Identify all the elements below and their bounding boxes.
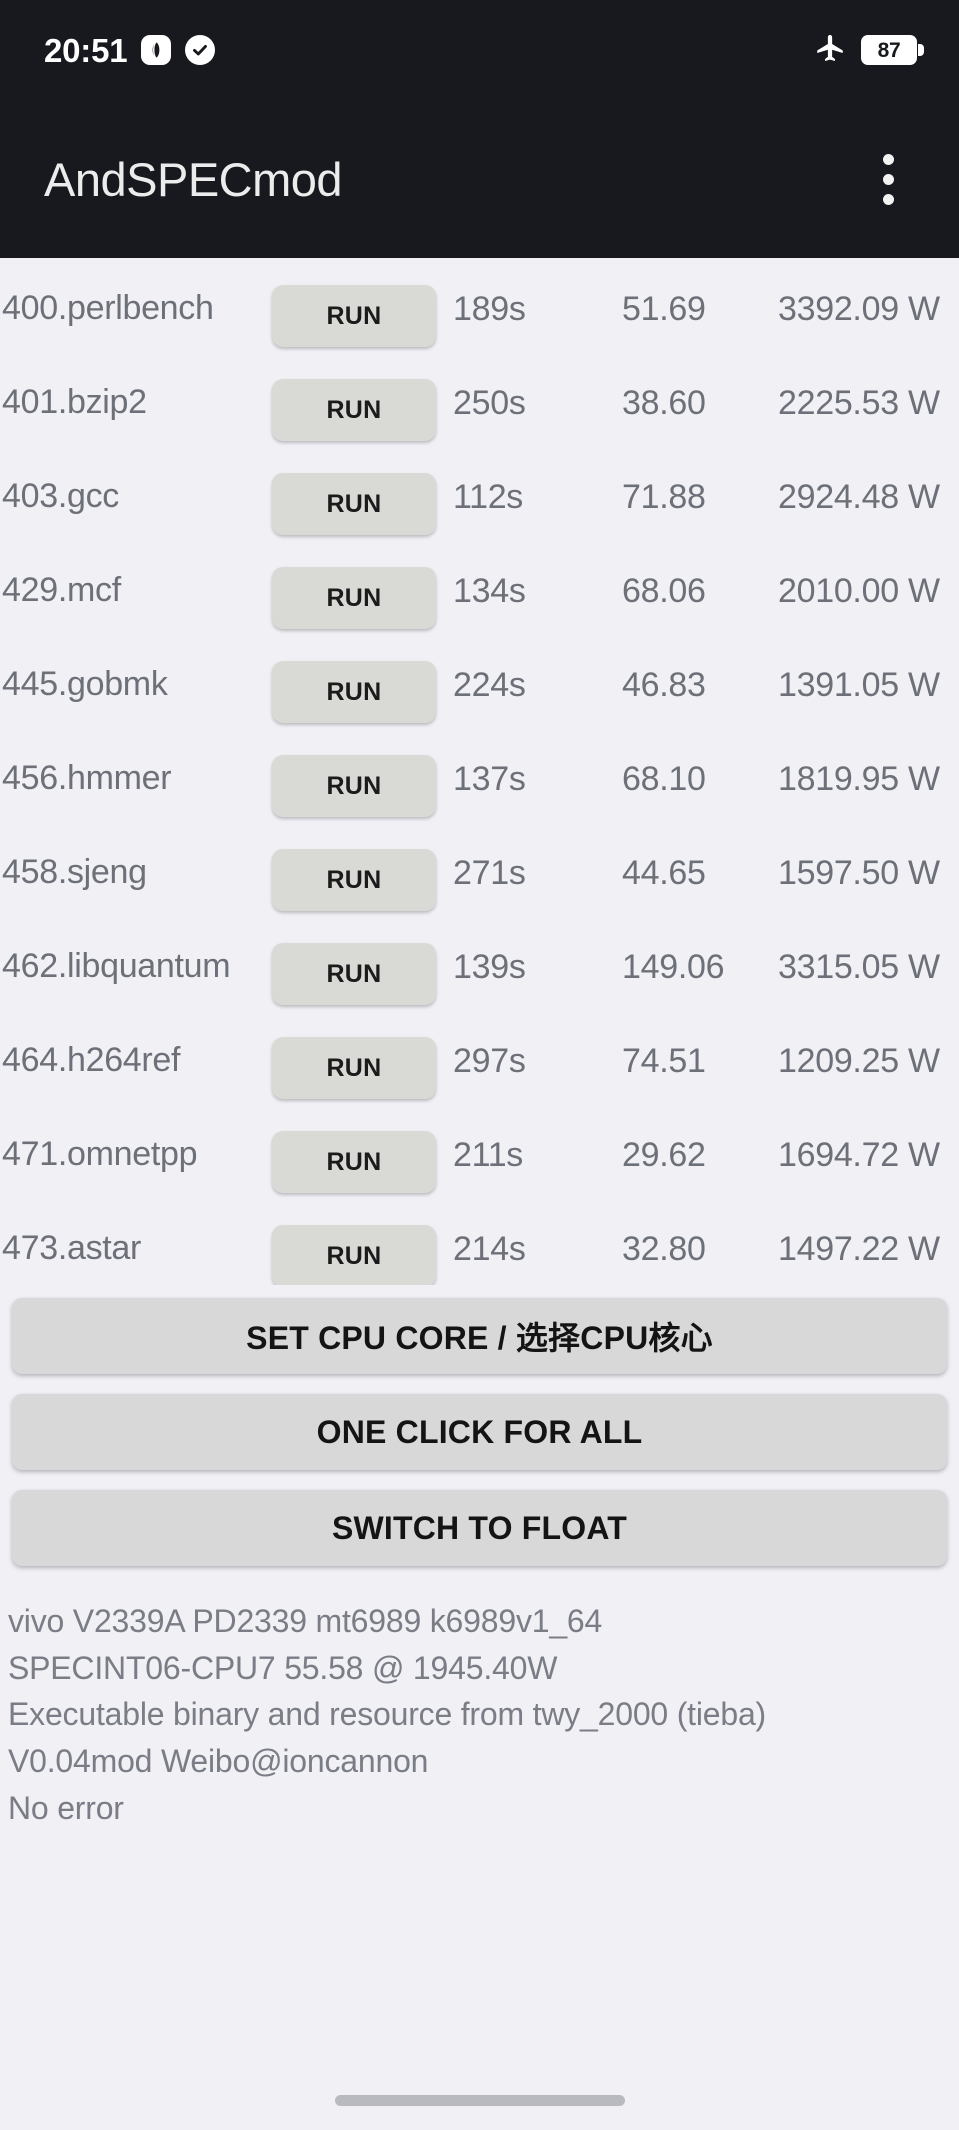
benchmark-score: 32.80 — [622, 1230, 706, 1268]
table-row: 445.gobmk RUN 224s 46.83 1391.05 W — [0, 644, 959, 738]
benchmark-time: 134s — [453, 572, 526, 610]
benchmark-name: 445.gobmk — [2, 665, 168, 703]
benchmark-score: 68.06 — [622, 572, 706, 610]
table-row: 403.gcc RUN 112s 71.88 2924.48 W — [0, 456, 959, 550]
benchmark-power: 1391.05 W — [778, 666, 940, 704]
benchmark-time: 297s — [453, 1042, 526, 1080]
navigation-bar — [0, 2070, 959, 2130]
benchmark-name: 462.libquantum — [2, 947, 231, 985]
benchmark-score: 68.10 — [622, 760, 706, 798]
status-bar-right: 87 — [813, 31, 924, 70]
run-button[interactable]: RUN — [272, 1225, 436, 1285]
benchmark-power: 2010.00 W — [778, 572, 940, 610]
bottom-spacer — [0, 1832, 959, 2070]
table-row: 458.sjeng RUN 271s 44.65 1597.50 W — [0, 832, 959, 926]
result-info-line: SPECINT06-CPU7 55.58 @ 1945.40W — [8, 1649, 558, 1686]
benchmark-score: 44.65 — [622, 854, 706, 892]
benchmark-power: 1694.72 W — [778, 1136, 940, 1174]
credits-info-line: Executable binary and resource from twy_… — [8, 1696, 767, 1733]
device-info-line: vivo V2339A PD2339 mt6989 k6989v1_64 — [8, 1603, 603, 1639]
benchmark-list[interactable]: 400.perlbench RUN 189s 51.69 3392.09 W 4… — [0, 258, 959, 1285]
table-row: 400.perlbench RUN 189s 51.69 3392.09 W — [0, 268, 959, 362]
benchmark-score: 38.60 — [622, 384, 706, 422]
benchmark-power: 1819.95 W — [778, 760, 940, 798]
set-cpu-core-button[interactable]: SET CPU CORE / 选择CPU核心 — [12, 1298, 947, 1374]
kebab-menu-icon[interactable] — [857, 143, 919, 215]
status-bar-left: 20:51 — [44, 31, 216, 69]
benchmark-time: 250s — [453, 384, 526, 422]
action-button-group: SET CPU CORE / 选择CPU核心 ONE CLICK FOR ALL… — [0, 1285, 959, 1586]
home-indicator[interactable] — [334, 2094, 625, 2106]
benchmark-name: 473.astar — [2, 1229, 142, 1267]
airplane-mode-icon — [813, 31, 847, 70]
benchmark-power: 1209.25 W — [778, 1042, 940, 1080]
benchmark-name: 429.mcf — [2, 571, 121, 609]
benchmark-time: 211s — [453, 1136, 524, 1174]
table-row: 429.mcf RUN 134s 68.06 2010.00 W — [0, 550, 959, 644]
one-click-for-all-button[interactable]: ONE CLICK FOR ALL — [12, 1394, 947, 1470]
run-button[interactable]: RUN — [272, 473, 436, 535]
run-button[interactable]: RUN — [272, 1037, 436, 1099]
benchmark-time: 271s — [453, 854, 526, 892]
switch-to-float-button[interactable]: SWITCH TO FLOAT — [12, 1490, 947, 1566]
benchmark-power: 3392.09 W — [778, 290, 940, 328]
benchmark-score: 149.06 — [622, 948, 725, 986]
benchmark-score: 29.62 — [622, 1136, 706, 1174]
app-title: AndSPECmod — [44, 152, 343, 206]
run-button[interactable]: RUN — [272, 849, 436, 911]
table-row: 462.libquantum RUN 139s 149.06 3315.05 W — [0, 926, 959, 1020]
run-button[interactable]: RUN — [272, 755, 436, 817]
version-info-line: V0.04mod Weibo@ioncannon — [8, 1743, 429, 1780]
status-bar: 20:51 87 — [0, 0, 959, 100]
benchmark-name: 401.bzip2 — [2, 383, 147, 421]
benchmark-score: 74.51 — [622, 1042, 706, 1080]
benchmark-score: 51.69 — [622, 290, 706, 328]
benchmark-power: 2225.53 W — [778, 384, 940, 422]
benchmark-power: 3315.05 W — [778, 948, 940, 986]
benchmark-time: 112s — [453, 478, 524, 516]
benchmark-time: 224s — [453, 666, 526, 704]
benchmark-time: 214s — [453, 1230, 526, 1268]
benchmark-score: 71.88 — [622, 478, 706, 516]
benchmark-name: 458.sjeng — [2, 853, 147, 891]
benchmark-time: 137s — [453, 760, 526, 798]
benchmark-name: 400.perlbench — [2, 289, 214, 327]
error-status-line: No error — [8, 1789, 124, 1826]
battery-icon: 87 — [861, 35, 924, 65]
table-row: 464.h264ref RUN 297s 74.51 1209.25 W — [0, 1020, 959, 1114]
benchmark-name: 471.omnetpp — [2, 1135, 198, 1173]
run-button[interactable]: RUN — [272, 943, 436, 1005]
run-button[interactable]: RUN — [272, 567, 436, 629]
battery-level-label: 87 — [877, 38, 901, 62]
benchmark-time: 139s — [453, 948, 526, 986]
benchmark-name: 456.hmmer — [2, 759, 172, 797]
run-button[interactable]: RUN — [272, 379, 436, 441]
info-panel: vivo V2339A PD2339 mt6989 k6989v1_64 SPE… — [0, 1586, 959, 1832]
phone-screen: 20:51 87 AndSPECmod 400.perlbench RUN 18… — [0, 0, 959, 2130]
run-button[interactable]: RUN — [272, 285, 436, 347]
benchmark-time: 189s — [453, 290, 526, 328]
benchmark-power: 1597.50 W — [778, 854, 940, 892]
benchmark-name: 403.gcc — [2, 477, 119, 515]
benchmark-power: 1497.22 W — [778, 1230, 940, 1268]
app-bar: AndSPECmod — [0, 100, 959, 258]
benchmark-name: 464.h264ref — [2, 1041, 181, 1079]
status-clock: 20:51 — [44, 31, 128, 69]
table-row: 401.bzip2 RUN 250s 38.60 2225.53 W — [0, 362, 959, 456]
benchmark-power: 2924.48 W — [778, 478, 940, 516]
run-button[interactable]: RUN — [272, 1131, 436, 1193]
run-button[interactable]: RUN — [272, 661, 436, 723]
table-row: 473.astar RUN 214s 32.80 1497.22 W — [0, 1208, 959, 1285]
check-badge-icon — [185, 35, 216, 65]
table-row: 456.hmmer RUN 137s 68.10 1819.95 W — [0, 738, 959, 832]
benchmark-score: 46.83 — [622, 666, 706, 704]
table-row: 471.omnetpp RUN 211s 29.62 1694.72 W — [0, 1114, 959, 1208]
lens-icon — [141, 35, 172, 65]
